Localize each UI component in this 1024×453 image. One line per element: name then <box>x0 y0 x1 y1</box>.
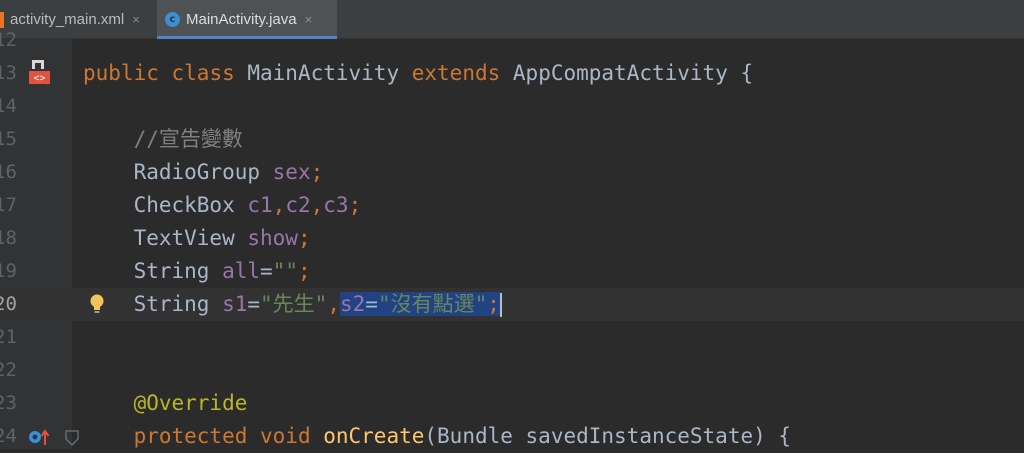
code-token: , <box>310 193 324 217</box>
fold-icon[interactable] <box>64 429 80 447</box>
code-token: ; <box>297 259 311 283</box>
code-token: s1 <box>222 292 248 316</box>
code-token: show <box>247 226 298 250</box>
selected-code-token: s2 <box>339 292 366 316</box>
code-text[interactable]: @Override <box>83 387 248 420</box>
code-token: c3 <box>323 193 349 217</box>
code-text[interactable]: TextView show; <box>83 222 311 255</box>
code-token: = <box>260 259 273 283</box>
code-line[interactable]: 24 protected void onCreate(Bundle savedI… <box>0 420 1024 453</box>
code-line[interactable]: 20 String s1="先生",s2="沒有點選"; <box>0 288 1024 321</box>
code-token: (Bundle savedInstanceState) { <box>424 424 792 448</box>
code-token: @Override <box>83 391 248 415</box>
code-token: void <box>260 424 324 448</box>
code-text[interactable]: String s1="先生",s2="沒有點選"; <box>83 288 502 321</box>
line-number: 24 <box>0 425 17 447</box>
code-token: //宣告變數 <box>83 127 243 151</box>
selected-code-token: = <box>365 292 378 316</box>
code-token: AppCompatActivity { <box>512 61 754 85</box>
code-line[interactable]: 18 TextView show; <box>0 222 1024 255</box>
code-token: "先生" <box>260 292 328 316</box>
line-number: 20 <box>0 293 17 315</box>
code-text[interactable]: protected void onCreate(Bundle savedInst… <box>83 420 791 453</box>
code-line[interactable]: 14 <box>0 90 1024 123</box>
line-number: 19 <box>0 260 17 282</box>
code-token: class <box>171 61 248 85</box>
code-line[interactable]: 16 RadioGroup sex; <box>0 156 1024 189</box>
code-token: ; <box>310 160 324 184</box>
code-token: RadioGroup <box>83 160 273 184</box>
line-number: 14 <box>0 95 17 117</box>
line-number: 21 <box>0 326 17 348</box>
code-token: ; <box>348 193 362 217</box>
code-token: extends <box>411 61 513 85</box>
code-token: "" <box>272 259 298 283</box>
code-token: ; <box>297 226 311 250</box>
code-line[interactable]: 22 <box>0 354 1024 387</box>
code-token: , <box>272 193 286 217</box>
code-token: MainActivity <box>247 61 412 85</box>
code-line[interactable]: 13 public class MainActivity extends AppC… <box>0 57 1024 90</box>
code-token: c2 <box>285 193 311 217</box>
code-token: all <box>222 259 261 283</box>
code-token: String <box>83 259 223 283</box>
code-token: protected <box>83 424 261 448</box>
code-token: sex <box>272 160 311 184</box>
code-token: , <box>327 292 340 316</box>
line-number: 15 <box>0 128 17 150</box>
code-line[interactable]: 19 String all=""; <box>0 255 1024 288</box>
line-number: 22 <box>0 359 17 381</box>
code-text[interactable]: String all=""; <box>83 255 311 288</box>
code-line[interactable]: 15 //宣告變數 <box>0 123 1024 156</box>
line-number: 16 <box>0 161 17 183</box>
line-number: 12 <box>0 29 17 51</box>
code-text[interactable]: //宣告變數 <box>83 123 243 156</box>
code-text[interactable]: public class MainActivity extends AppCom… <box>83 57 753 90</box>
code-token: TextView <box>83 226 248 250</box>
code-line[interactable]: 21 <box>0 321 1024 354</box>
code-text[interactable]: CheckBox c1,c2,c3; <box>83 189 362 222</box>
layout-xml-icon[interactable]: <> <box>29 60 51 86</box>
code-token: public <box>83 61 172 85</box>
code-line[interactable]: 12 <box>0 24 1024 57</box>
line-number: 18 <box>0 227 17 249</box>
svg-text:<>: <> <box>33 73 45 84</box>
text-cursor <box>499 293 502 317</box>
code-text[interactable]: RadioGroup sex; <box>83 156 324 189</box>
lightbulb-icon[interactable] <box>89 293 105 315</box>
selected-code-token: "沒有點選" <box>377 292 488 316</box>
code-token: = <box>247 292 261 316</box>
line-number: 13 <box>0 62 17 84</box>
code-token: CheckBox <box>83 193 248 217</box>
code-line[interactable]: 23 @Override <box>0 387 1024 420</box>
override-method-icon[interactable] <box>28 427 50 447</box>
line-number: 17 <box>0 194 17 216</box>
selected-code-token: ; <box>487 292 500 316</box>
code-line[interactable]: 17 CheckBox c1,c2,c3; <box>0 189 1024 222</box>
code-token: onCreate <box>323 424 425 448</box>
line-number: 23 <box>0 392 17 414</box>
code-token: c1 <box>247 193 273 217</box>
